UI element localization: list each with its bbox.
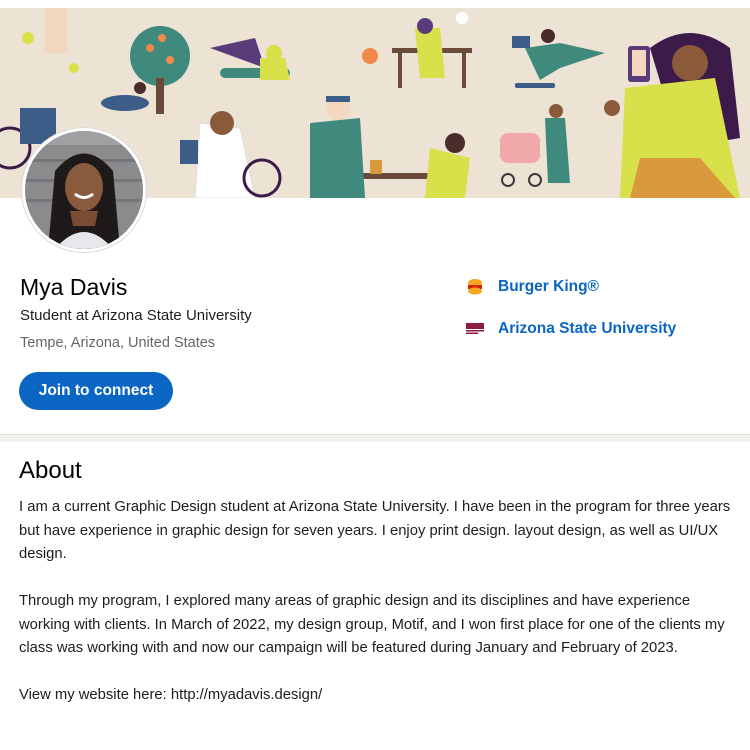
profile-headline: Student at Arizona State University xyxy=(20,307,252,324)
about-paragraph-website: View my website here: http://myadavis.de… xyxy=(19,687,323,703)
profile-name: Mya Davis xyxy=(20,274,128,300)
company-link-arizona-state-university[interactable]: Arizona State University xyxy=(466,320,676,338)
profile-top-card: Mya Davis Student at Arizona State Unive… xyxy=(0,0,750,435)
about-section: About I am a current Graphic Design stud… xyxy=(0,442,750,750)
company-name-label: Burger King® xyxy=(498,278,599,295)
company-link-burger-king[interactable]: Burger King® xyxy=(466,278,599,296)
about-paragraph: I am a current Graphic Design student at… xyxy=(19,499,731,562)
join-to-connect-button[interactable]: Join to connect xyxy=(19,372,173,410)
burger-king-logo-icon xyxy=(466,278,484,296)
about-paragraph: Through my program, I explored many area… xyxy=(19,593,725,656)
company-name-label: Arizona State University xyxy=(498,320,677,337)
profile-avatar[interactable] xyxy=(22,128,146,252)
about-body: I am a current Graphic Design student at… xyxy=(19,496,734,731)
asu-logo-icon xyxy=(466,320,484,338)
profile-location: Tempe, Arizona, United States xyxy=(20,335,216,351)
about-title: About xyxy=(19,457,82,484)
